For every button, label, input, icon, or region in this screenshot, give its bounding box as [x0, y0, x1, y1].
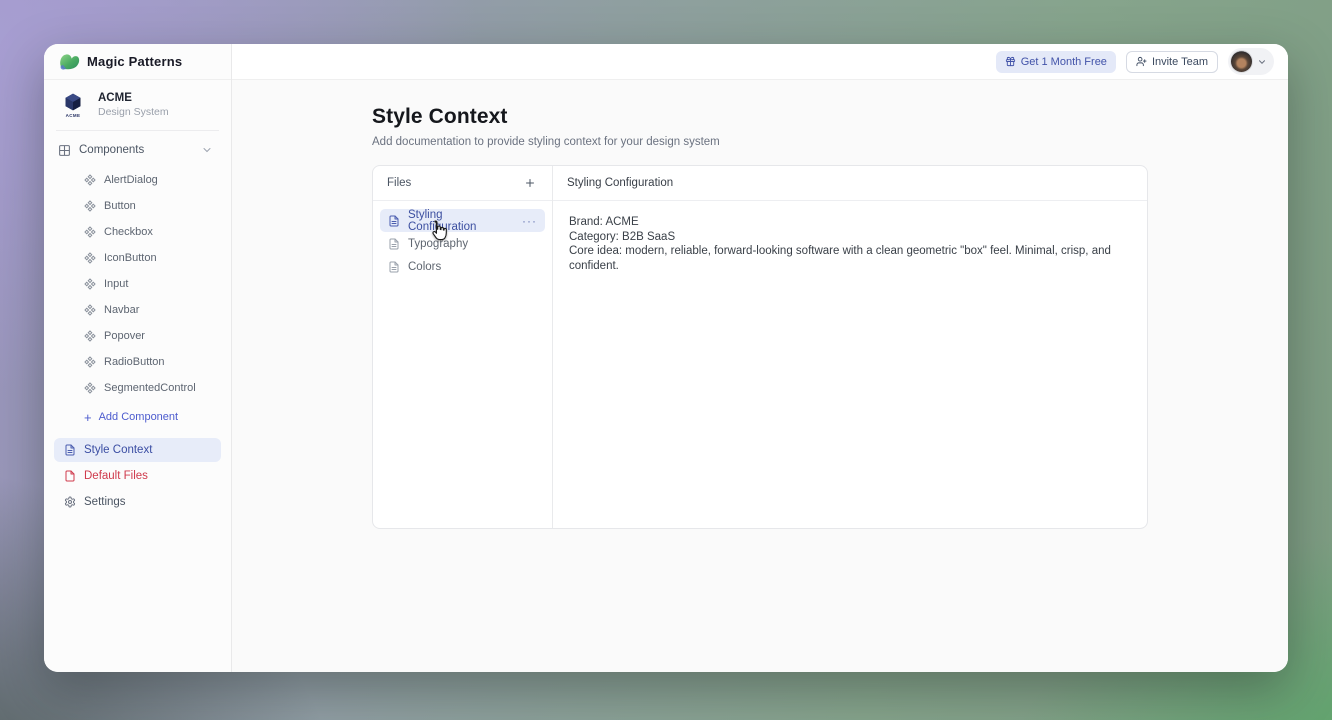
topbar: Get 1 Month Free Invite Team	[232, 44, 1288, 80]
gift-icon	[1005, 56, 1016, 67]
component-label: Popover	[104, 330, 145, 342]
sidebar-item-segmentedcontrol[interactable]: SegmentedControl	[44, 375, 231, 401]
sidebar-item-style-context[interactable]: Style Context	[54, 438, 221, 462]
gear-icon	[64, 496, 76, 508]
component-icon	[84, 174, 96, 186]
detail-header: Styling Configuration	[553, 166, 1147, 201]
sidebar-item-popover[interactable]: Popover	[44, 323, 231, 349]
file-text-icon	[388, 261, 400, 273]
component-icon	[84, 252, 96, 264]
component-icon	[84, 304, 96, 316]
nav-label: Default Files	[84, 470, 148, 482]
sidebar-item-alertdialog[interactable]: AlertDialog	[44, 167, 231, 193]
file-row-typography[interactable]: Typography	[380, 232, 545, 255]
app-logo-text: Magic Patterns	[87, 54, 182, 69]
file-name: Styling Configuration	[408, 209, 506, 233]
component-label: Input	[104, 278, 128, 290]
avatar	[1230, 50, 1253, 73]
component-icon	[84, 356, 96, 368]
file-row-styling-configuration[interactable]: Styling Configuration ···	[380, 209, 545, 232]
workspace-switcher[interactable]: ACME ACME Design System	[44, 80, 231, 126]
app-logo-row[interactable]: Magic Patterns	[44, 44, 231, 80]
main-content: Style Context Add documentation to provi…	[232, 80, 1288, 672]
add-file-button[interactable]	[522, 175, 538, 191]
component-label: Checkbox	[104, 226, 153, 238]
plus-icon	[524, 177, 536, 189]
workspace-name: ACME	[98, 92, 169, 105]
page-subtitle: Add documentation to provide styling con…	[372, 136, 1148, 148]
user-plus-icon	[1136, 56, 1147, 67]
plus-icon: +	[84, 412, 92, 423]
chevron-down-icon	[201, 144, 213, 156]
nav-label: Settings	[84, 496, 126, 508]
component-label: AlertDialog	[104, 174, 158, 186]
invite-team-button[interactable]: Invite Team	[1126, 51, 1218, 73]
acme-cube-icon	[63, 92, 83, 112]
component-icon	[84, 200, 96, 212]
component-icon	[84, 278, 96, 290]
chevron-down-icon	[1257, 57, 1267, 67]
detail-body[interactable]: Brand: ACME Category: B2B SaaS Core idea…	[553, 201, 1147, 287]
sidebar: Magic Patterns ACME ACME Design System C…	[44, 44, 232, 672]
components-section-label: Components	[79, 144, 144, 156]
sidebar-item-settings[interactable]: Settings	[54, 490, 221, 514]
sidebar-item-navbar[interactable]: Navbar	[44, 297, 231, 323]
file-icon	[64, 470, 76, 482]
component-label: Button	[104, 200, 136, 212]
file-name: Colors	[408, 261, 441, 273]
sidebar-item-default-files[interactable]: Default Files	[54, 464, 221, 488]
file-menu-ellipsis[interactable]: ···	[522, 217, 537, 225]
workspace-subtitle: Design System	[98, 106, 169, 118]
file-text-icon	[388, 215, 400, 227]
page-title: Style Context	[372, 105, 1148, 129]
file-row-colors[interactable]: Colors	[380, 255, 545, 278]
sidebar-item-input[interactable]: Input	[44, 271, 231, 297]
nav-label: Style Context	[84, 444, 152, 456]
file-name: Typography	[408, 238, 468, 250]
detail-column: Styling Configuration Brand: ACME Catego…	[553, 166, 1147, 528]
component-icon	[84, 382, 96, 394]
file-text-icon	[64, 444, 76, 456]
files-header: Files	[373, 166, 552, 201]
promo-button-label: Get 1 Month Free	[1021, 56, 1107, 68]
workspace-logo-label: ACME	[66, 113, 81, 118]
workspace-logo: ACME	[58, 92, 88, 118]
account-menu[interactable]	[1228, 48, 1274, 75]
component-label: RadioButton	[104, 356, 165, 368]
app-window: Magic Patterns ACME ACME Design System C…	[44, 44, 1288, 672]
sidebar-item-checkbox[interactable]: Checkbox	[44, 219, 231, 245]
file-text-icon	[388, 238, 400, 250]
component-label: SegmentedControl	[104, 382, 196, 394]
sidebar-item-radiobutton[interactable]: RadioButton	[44, 349, 231, 375]
sidebar-item-iconbutton[interactable]: IconButton	[44, 245, 231, 271]
promo-button[interactable]: Get 1 Month Free	[996, 51, 1116, 73]
detail-line-brand: Brand: ACME	[569, 215, 1131, 230]
component-icon	[84, 330, 96, 342]
component-list: AlertDialog Button Checkbox IconButton I…	[44, 163, 231, 401]
invite-team-label: Invite Team	[1152, 56, 1208, 68]
component-icon	[84, 226, 96, 238]
grid-icon	[58, 144, 71, 157]
component-label: Navbar	[104, 304, 139, 316]
magic-patterns-logo-icon	[58, 52, 80, 72]
detail-line-category: Category: B2B SaaS	[569, 230, 1131, 245]
files-column: Files Styling Configuration ···	[373, 166, 553, 528]
sidebar-divider	[56, 130, 219, 131]
file-list: Styling Configuration ··· Typography Col…	[373, 201, 552, 286]
sidebar-item-button[interactable]: Button	[44, 193, 231, 219]
add-component-button[interactable]: + Add Component	[44, 404, 231, 430]
style-context-panel: Files Styling Configuration ···	[372, 165, 1148, 529]
sidebar-nav: Style Context Default Files Settings	[44, 438, 231, 514]
detail-line-core-idea: Core idea: modern, reliable, forward-loo…	[569, 244, 1131, 273]
files-header-label: Files	[387, 177, 411, 189]
add-component-label: Add Component	[99, 411, 179, 423]
component-label: IconButton	[104, 252, 157, 264]
components-section-header[interactable]: Components	[44, 137, 231, 163]
